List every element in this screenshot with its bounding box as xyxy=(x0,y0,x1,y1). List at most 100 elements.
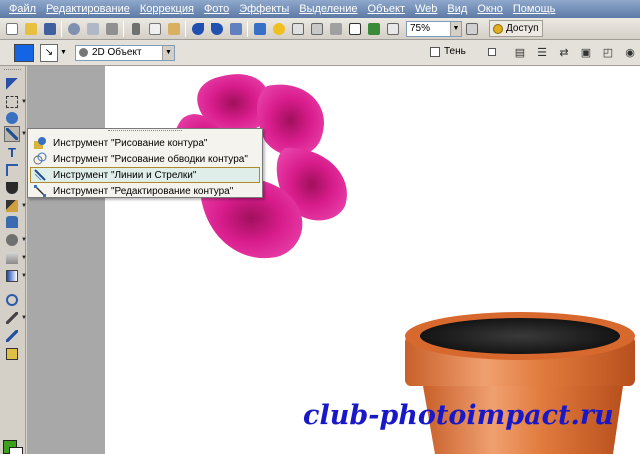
zoom-select[interactable]: 75% ▼ xyxy=(406,20,462,37)
undo-icon[interactable] xyxy=(189,20,206,37)
access-icon xyxy=(493,23,503,34)
workspace-area xyxy=(27,66,105,454)
object-mode-value: 2D Объект xyxy=(91,47,142,58)
access-button[interactable]: Доступ xyxy=(489,20,543,37)
path-tool-icon[interactable] xyxy=(4,126,20,142)
outline-drawing-icon xyxy=(33,152,47,166)
menu-selection[interactable]: Выделение xyxy=(294,0,362,18)
save-icon[interactable] xyxy=(41,20,58,37)
pick-tool-icon[interactable] xyxy=(4,76,20,92)
magic-wand-icon[interactable] xyxy=(4,110,20,126)
zoom-in-icon[interactable] xyxy=(463,20,480,37)
zoom-value: 75% xyxy=(410,23,431,34)
menu-window[interactable]: Окно xyxy=(472,0,508,18)
history-icon[interactable] xyxy=(227,20,244,37)
fill-tool-icon[interactable] xyxy=(4,180,20,196)
path-edit-tool-item[interactable]: Инструмент "Редактирование контура" xyxy=(30,183,260,199)
watermark-text: club-photoimpact.ru xyxy=(303,400,614,431)
selection-tool-icon[interactable] xyxy=(4,94,20,110)
menu-object[interactable]: Объект xyxy=(363,0,410,18)
gradient-tool-icon[interactable] xyxy=(4,268,20,284)
preview-icon[interactable] xyxy=(384,20,401,37)
cut-icon[interactable] xyxy=(127,20,144,37)
path-drawing-tool-item[interactable]: Инструмент "Рисование контура" xyxy=(30,135,260,151)
redo-icon[interactable] xyxy=(208,20,225,37)
zoom-tool-icon[interactable] xyxy=(4,292,20,308)
background-color-swatch[interactable] xyxy=(9,447,23,454)
pen-tool-icon[interactable] xyxy=(4,328,20,344)
menu-edit[interactable]: Редактирование xyxy=(41,0,135,18)
toolbar-separator xyxy=(123,20,124,37)
print-icon[interactable] xyxy=(103,20,120,37)
chevron-down-icon[interactable]: ▼ xyxy=(60,49,67,56)
flyout-item-label: Инструмент "Рисование обводки контура" xyxy=(53,153,248,165)
path-drawing-icon xyxy=(33,136,47,150)
sphere-icon xyxy=(78,48,88,57)
flyout-item-label: Инструмент "Линии и Стрелки" xyxy=(53,169,197,181)
path-mode-icon[interactable]: ↘ xyxy=(40,43,58,62)
fit-icon[interactable] xyxy=(289,20,306,37)
frame-icon[interactable] xyxy=(346,20,363,37)
line-arrow-icon xyxy=(33,168,47,182)
eraser-tool-icon[interactable] xyxy=(4,250,20,266)
toolbar-separator xyxy=(185,20,186,37)
flower-pot-image xyxy=(405,312,635,454)
access-label: Доступ xyxy=(506,23,539,34)
menu-adjust[interactable]: Коррекция xyxy=(135,0,199,18)
flyout-item-label: Инструмент "Рисование контура" xyxy=(53,137,208,149)
web-icon[interactable] xyxy=(365,20,382,37)
flyout-grip[interactable] xyxy=(108,130,182,134)
checkbox-box[interactable] xyxy=(430,46,440,57)
brush-tool-icon[interactable] xyxy=(4,198,20,214)
shadow-checkbox[interactable]: Тень xyxy=(430,46,466,57)
browse-icon[interactable] xyxy=(65,20,82,37)
line-arrow-tool-item[interactable]: Инструмент "Линии и Стрелки" xyxy=(30,167,260,183)
line-color-swatch[interactable] xyxy=(14,43,34,62)
transform-tool-icon[interactable] xyxy=(4,346,20,362)
sun-icon[interactable] xyxy=(270,20,287,37)
eyedropper-tool-icon[interactable] xyxy=(4,310,20,326)
standard-toolbar: 75% ▼ Доступ xyxy=(0,18,640,40)
image-canvas[interactable]: club-photoimpact.ru xyxy=(105,66,640,454)
scan-icon[interactable] xyxy=(84,20,101,37)
shadow-settings-box[interactable] xyxy=(488,48,496,56)
toolbar-separator xyxy=(247,20,248,37)
paste-icon[interactable] xyxy=(165,20,182,37)
retouch-tool-icon[interactable] xyxy=(4,232,20,248)
screen-capture-icon[interactable] xyxy=(251,20,268,37)
open-folder-icon[interactable] xyxy=(22,20,39,37)
menu-view[interactable]: Вид xyxy=(442,0,472,18)
shadow-label: Тень xyxy=(444,46,466,57)
split-icon[interactable]: ◰ xyxy=(600,44,616,60)
new-file-icon[interactable] xyxy=(3,20,20,37)
stamp-tool-icon[interactable] xyxy=(4,214,20,230)
panel-grip[interactable] xyxy=(4,69,21,75)
menu-bar: Файл Редактирование Коррекция Фото Эффек… xyxy=(0,0,640,18)
merge-icon[interactable]: ▣ xyxy=(578,44,594,60)
canvas-artwork xyxy=(174,74,635,454)
tool-panel: ▼ ▼ T ▼ ▼ ▼ ▼ ▼ xyxy=(0,66,27,454)
toolbar-separator xyxy=(61,20,62,37)
path-tool-flyout: Инструмент "Рисование контура" Инструмен… xyxy=(27,128,263,198)
swap-icon[interactable]: ⇄ xyxy=(556,44,572,60)
align-icon[interactable]: ▤ xyxy=(512,44,528,60)
grid-icon[interactable] xyxy=(327,20,344,37)
menu-effects[interactable]: Эффекты xyxy=(234,0,294,18)
flyout-item-label: Инструмент "Редактирование контура" xyxy=(53,185,234,197)
menu-file[interactable]: Файл xyxy=(4,0,41,18)
resize-icon[interactable] xyxy=(308,20,325,37)
menu-help[interactable]: Помощь xyxy=(508,0,561,18)
outline-drawing-tool-item[interactable]: Инструмент "Рисование обводки контура" xyxy=(30,151,260,167)
object-icon[interactable]: ◉ xyxy=(622,44,638,60)
distribute-icon[interactable]: ☰ xyxy=(534,44,550,60)
arrange-icons: ▤ ☰ ⇄ ▣ ◰ ◉ ▢ xyxy=(512,44,640,60)
chevron-down-icon[interactable]: ▼ xyxy=(450,21,461,36)
menu-photo[interactable]: Фото xyxy=(199,0,234,18)
crop-tool-icon[interactable] xyxy=(4,162,20,178)
copy-icon[interactable] xyxy=(146,20,163,37)
text-tool-icon[interactable]: T xyxy=(4,144,20,160)
menu-web[interactable]: Web xyxy=(410,0,442,18)
chevron-down-icon[interactable]: ▼ xyxy=(161,45,174,60)
path-edit-icon xyxy=(33,184,47,198)
object-mode-select[interactable]: 2D Объект ▼ xyxy=(74,44,175,61)
